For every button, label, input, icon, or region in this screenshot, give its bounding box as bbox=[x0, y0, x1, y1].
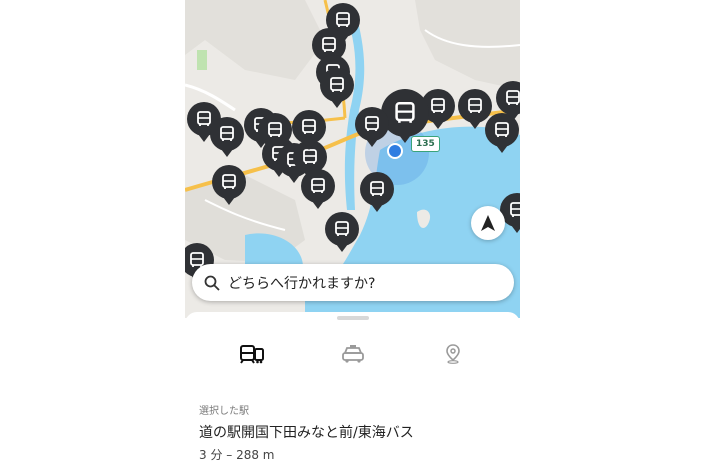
bus-stop-pin[interactable] bbox=[381, 89, 429, 143]
bus-icon bbox=[336, 12, 350, 27]
bus-stop-pin[interactable] bbox=[360, 172, 394, 212]
tab-place[interactable] bbox=[440, 342, 466, 366]
location-dot-icon bbox=[387, 143, 403, 159]
selected-station-label: 選択した駅 bbox=[199, 406, 249, 417]
bus-icon bbox=[395, 101, 415, 123]
selected-station-distance: 3 分 – 288 m bbox=[199, 448, 275, 462]
bus-icon bbox=[322, 37, 336, 52]
map-view[interactable]: 135 どちらへ行かれますか? bbox=[185, 0, 520, 318]
bus-stop-pin[interactable] bbox=[301, 169, 335, 209]
bus-icon bbox=[311, 178, 325, 193]
bus-stop-pin[interactable] bbox=[355, 107, 389, 147]
bus-stop-pin[interactable] bbox=[325, 212, 359, 252]
selected-station-name[interactable]: 道の駅開国下田みなと前/東海バス bbox=[199, 422, 414, 442]
bus-icon bbox=[506, 90, 520, 105]
bus-icon bbox=[468, 98, 482, 113]
bus-icon bbox=[222, 174, 236, 189]
search-bar[interactable]: どちらへ行かれますか? bbox=[192, 264, 514, 301]
train-bus-icon bbox=[240, 345, 264, 364]
route-number-badge: 135 bbox=[411, 136, 440, 152]
bus-icon bbox=[335, 221, 349, 236]
search-placeholder: どちらへ行かれますか? bbox=[228, 275, 376, 292]
tab-taxi[interactable] bbox=[340, 342, 366, 366]
bus-icon bbox=[365, 116, 379, 131]
map-pin-icon bbox=[446, 344, 460, 364]
sheet-drag-handle[interactable] bbox=[337, 316, 369, 320]
bus-icon bbox=[370, 181, 384, 196]
app-screen: 135 どちらへ行かれますか? 選択した駅 道の駅開国下田みなと前/東海バス 3… bbox=[185, 0, 520, 473]
bus-stop-pin[interactable] bbox=[292, 110, 326, 150]
navigation-button[interactable] bbox=[471, 206, 505, 240]
taxi-icon bbox=[342, 345, 364, 363]
bus-stop-pin[interactable] bbox=[458, 89, 492, 129]
bus-icon bbox=[220, 126, 234, 141]
mode-tabs bbox=[185, 342, 520, 366]
bus-stop-pin[interactable] bbox=[212, 165, 246, 205]
bus-icon bbox=[330, 77, 344, 92]
bus-icon bbox=[510, 202, 520, 217]
bus-icon bbox=[302, 119, 316, 134]
navigation-arrow-icon bbox=[481, 215, 495, 231]
bus-icon bbox=[431, 98, 445, 113]
bus-stop-pin[interactable] bbox=[210, 117, 244, 157]
search-icon bbox=[204, 275, 220, 291]
tab-train-bus[interactable] bbox=[239, 342, 265, 366]
bus-icon bbox=[495, 122, 509, 137]
bottom-sheet: 選択した駅 道の駅開国下田みなと前/東海バス 3 分 – 288 m bbox=[185, 312, 520, 473]
bus-stop-pin[interactable] bbox=[320, 68, 354, 108]
bus-icon bbox=[303, 149, 317, 164]
